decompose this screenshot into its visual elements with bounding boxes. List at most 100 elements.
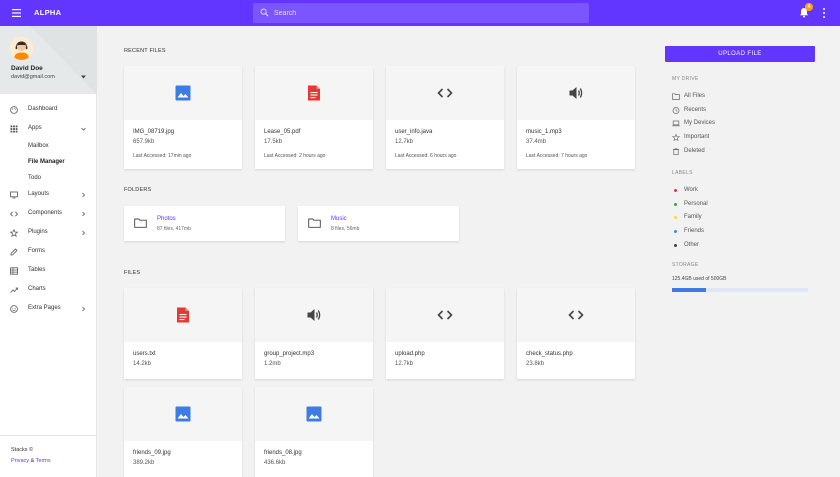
file-thumbnail [124, 66, 242, 120]
code-icon [10, 211, 18, 217]
file-card[interactable]: upload.php 12.7kb [386, 288, 504, 379]
palette-icon [10, 106, 18, 114]
file-card[interactable]: Lease_05.pdf 17.5kb Last Accessed: 2 hou… [255, 66, 373, 169]
hamburger-menu-icon[interactable] [11, 8, 22, 18]
drive-item-recents[interactable]: Recents [672, 106, 802, 116]
sidebar-subitem-mailbox[interactable]: Mailbox [28, 143, 49, 149]
file-size: 1.2mb [264, 361, 281, 367]
sidebar-item-extra-pages[interactable]: Extra Pages [0, 300, 97, 318]
label-item-family[interactable]: Family [672, 213, 802, 223]
footer-copyright: Stacks © [11, 447, 34, 453]
label-item-other[interactable]: Other [672, 241, 802, 251]
sidebar-subitem-file-manager[interactable]: File Manager [28, 159, 65, 165]
file-name: check_status.php [526, 351, 573, 357]
pdf-file-icon [308, 85, 320, 101]
sidebar-item-tables[interactable]: Tables [0, 262, 97, 280]
label-name: Family [684, 214, 702, 220]
file-thumbnail [517, 66, 635, 120]
file-last-accessed: Last Accessed: 17min ago [133, 153, 192, 159]
sidebar-item-layouts[interactable]: Layouts [0, 186, 97, 204]
table-icon [10, 267, 18, 275]
label-item-friends[interactable]: Friends [672, 227, 802, 237]
drive-item-important[interactable]: Important [672, 133, 802, 143]
file-card[interactable]: IMG_08719.jpg 657.9kb Last Accessed: 17m… [124, 66, 242, 169]
top-bar: ALPHA 4 [0, 0, 840, 26]
search-bar[interactable] [253, 3, 589, 23]
laptop-icon [672, 120, 680, 127]
drive-item-label: Important [684, 134, 710, 140]
label-color-dot [674, 189, 677, 192]
label-color-dot [674, 216, 677, 219]
chevron-right-icon [82, 230, 86, 236]
sidebar-item-plugins[interactable]: Plugins [0, 224, 97, 242]
file-size: 37.4mb [526, 139, 547, 145]
sidebar-item-forms[interactable]: Forms [0, 243, 97, 261]
sidebar-item-charts[interactable]: Charts [0, 281, 97, 299]
chevron-down-icon [81, 127, 86, 131]
sidebar-item-dashboard[interactable]: Dashboard [0, 101, 97, 119]
file-thumbnail [386, 288, 504, 342]
file-card[interactable]: group_project.mp3 1.2mb [255, 288, 373, 379]
drive-item-deleted[interactable]: Deleted [672, 147, 802, 157]
file-thumbnail [386, 66, 504, 120]
file-card[interactable]: user_info.java 12.7kb Last Accessed: 6 h… [386, 66, 504, 169]
file-name: group_project.mp3 [264, 351, 315, 357]
audio-icon [307, 309, 321, 321]
folder-icon [672, 93, 680, 100]
sidebar-item-label: Dashboard [28, 106, 58, 112]
search-input[interactable] [274, 6, 574, 20]
sidebar-item-apps[interactable]: Apps [0, 120, 97, 138]
caret-down-icon[interactable] [81, 75, 86, 79]
label-name: Other [684, 242, 700, 248]
more-options-icon[interactable] [821, 7, 827, 19]
folder-name: Music [331, 216, 347, 222]
terms-link[interactable]: Terms [36, 458, 51, 464]
file-size: 12.7kb [395, 361, 414, 367]
file-card[interactable]: users.txt 14.2kb [124, 288, 242, 379]
code-icon [568, 310, 584, 320]
label-color-dot [674, 244, 677, 247]
brand-logo[interactable]: ALPHA [34, 8, 61, 17]
sidebar-subitem-todo[interactable]: Todo [28, 175, 41, 181]
notification-count-badge: 4 [805, 3, 813, 11]
sidebar-item-label: Layouts [28, 191, 50, 197]
trend-icon [10, 287, 18, 293]
user-email: david@gmail.com [11, 74, 55, 80]
file-card[interactable]: friends_08.jpg 436.6kb [255, 387, 373, 477]
file-size: 436.6kb [264, 460, 286, 466]
sidebar-item-label: Charts [28, 286, 46, 292]
section-title-recent-files: RECENT FILES [124, 48, 166, 54]
privacy-link[interactable]: Privacy [11, 458, 29, 464]
star-icon [672, 134, 680, 141]
folder-icon [134, 218, 147, 228]
code-icon [437, 88, 453, 98]
file-last-accessed: Last Accessed: 7 hours ago [526, 153, 588, 159]
image-icon [175, 406, 191, 422]
avatar[interactable] [10, 37, 33, 60]
footer-ampersand: & [30, 458, 35, 464]
folder-meta: 87 files, 417mb [157, 226, 191, 232]
folder-icon [308, 218, 321, 228]
label-item-personal[interactable]: Personal [672, 200, 802, 210]
file-card[interactable]: music_1.mp3 37.4mb Last Accessed: 7 hour… [517, 66, 635, 169]
footer-links: Privacy & Terms [11, 458, 51, 464]
drive-item-my-devices[interactable]: My Devices [672, 119, 802, 129]
folder-card[interactable]: Music 8 files, 56mb [298, 206, 459, 241]
file-thumbnail [255, 387, 373, 441]
file-card[interactable]: friends_09.jpg 389.2kb [124, 387, 242, 477]
user-name: David Doe [11, 65, 43, 72]
drive-item-all-files[interactable]: All Files [672, 92, 802, 102]
upload-file-button[interactable]: UPLOAD FILE [665, 46, 815, 62]
labels-title: LABELS [672, 170, 693, 176]
star-icon [10, 229, 18, 237]
folder-card[interactable]: Photos 87 files, 417mb [124, 206, 285, 241]
file-name: Lease_05.pdf [264, 129, 301, 135]
chevron-right-icon [82, 192, 86, 198]
label-name: Work [684, 187, 698, 193]
label-item-work[interactable]: Work [672, 186, 802, 196]
sidebar-item-label: Forms [28, 248, 45, 254]
monitor-icon [10, 191, 18, 199]
sidebar-item-components[interactable]: Components [0, 205, 97, 223]
image-icon [175, 85, 191, 101]
file-card[interactable]: check_status.php 23.8kb [517, 288, 635, 379]
